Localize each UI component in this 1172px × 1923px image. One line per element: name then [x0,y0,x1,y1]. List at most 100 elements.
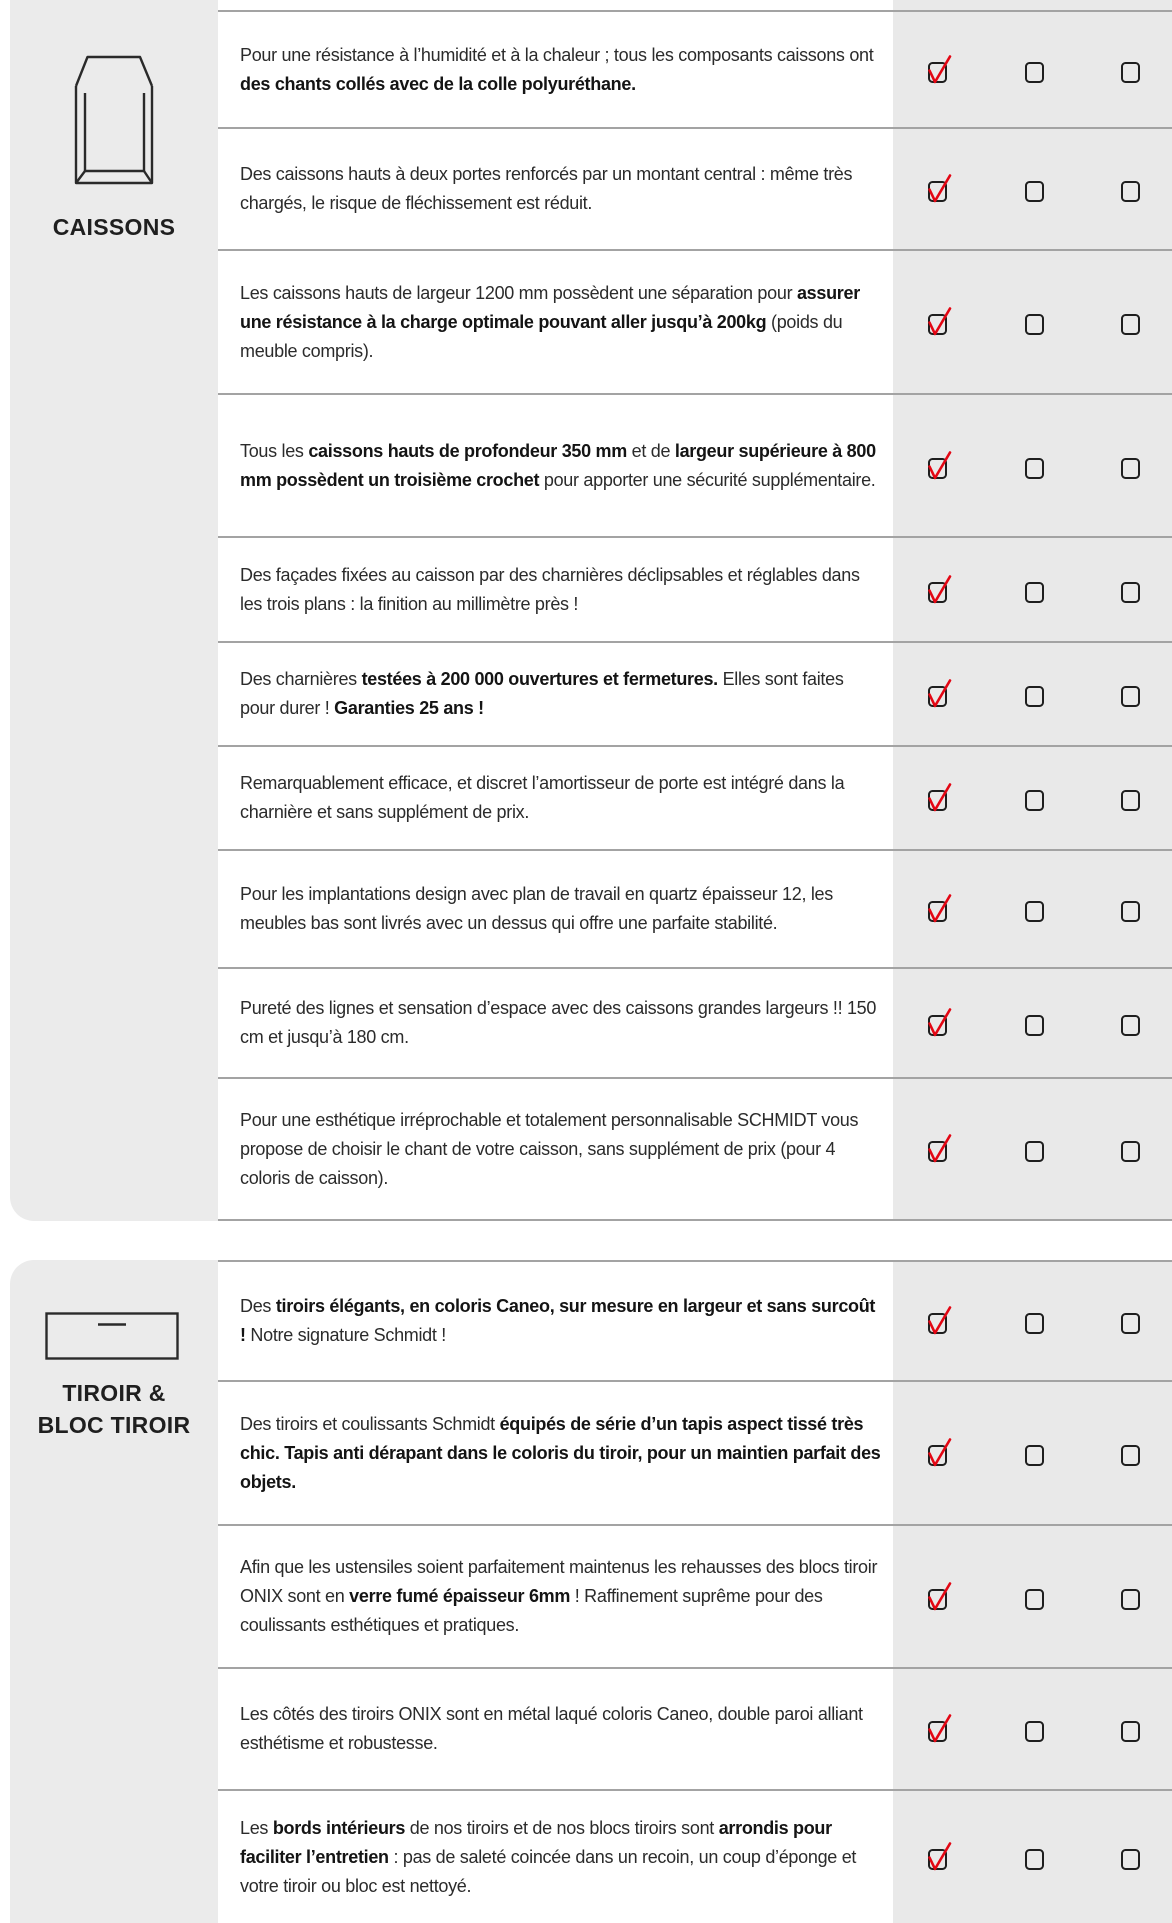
table-row: Tous les caissons hauts de profondeur 35… [218,395,1172,538]
option-2-checkbox[interactable] [1022,1134,1050,1164]
checked-box-icon [928,1438,952,1467]
table-row: Les caissons hauts de largeur 1200 mm po… [218,251,1172,395]
checked-box-icon [928,450,952,479]
checked-box-icon [928,307,952,336]
table-row: Des caissons hauts à deux portes renforc… [218,129,1172,251]
description-text: pour apporter une sécurité supplémentair… [539,469,876,490]
description-paragraph: Des tiroirs et coulissants Schmidt équip… [240,1410,881,1497]
description-text: Des caissons hauts à deux portes renforc… [240,164,853,213]
description-paragraph: Les côtés des tiroirs ONIX sont en métal… [240,1700,881,1758]
option-1-checkbox[interactable] [925,1581,953,1612]
option-2-checkbox[interactable] [1022,1008,1050,1038]
description-paragraph: Des caissons hauts à deux portes renforc… [240,160,881,218]
option-3-checkbox[interactable] [1118,575,1146,605]
option-3-checkbox[interactable] [1118,1306,1146,1336]
checked-box-icon [928,54,952,83]
option-1-checkbox[interactable] [925,1134,953,1164]
empty-box-icon [1025,1721,1044,1742]
option-3-checkbox[interactable] [1118,55,1146,85]
description-text: Les caissons hauts de largeur 1200 mm po… [240,282,797,303]
option-3-checkbox[interactable] [1118,894,1146,924]
option-3-checkbox[interactable] [1118,1582,1146,1612]
empty-box-icon [1025,1849,1044,1870]
option-3-checkbox[interactable] [1118,307,1146,337]
empty-box-icon [1121,686,1140,707]
option-3-checkbox[interactable] [1118,1714,1146,1744]
empty-box-icon [1121,61,1140,83]
table-row: Des tiroirs élégants, en coloris Caneo, … [218,1260,1172,1382]
description-paragraph: Les caissons hauts de largeur 1200 mm po… [240,279,881,366]
option-2-checkbox[interactable] [1022,1306,1050,1336]
row-description: Des façades fixées au caisson par des ch… [218,538,893,641]
option-3-checkbox[interactable] [1118,451,1146,481]
option-1-checkbox[interactable] [925,783,953,813]
option-2-checkbox[interactable] [1022,451,1050,481]
option-3-checkbox[interactable] [1118,1842,1146,1872]
option-3-checkbox[interactable] [1118,174,1146,204]
empty-box-icon [1121,1015,1140,1036]
row-description: Pour une esthétique irréprochable et tot… [218,1079,893,1219]
option-2-checkbox[interactable] [1022,783,1050,813]
option-2-checkbox[interactable] [1022,55,1050,85]
feature-table-tiroir: Des tiroirs élégants, en coloris Caneo, … [218,1260,1172,1923]
empty-box-icon [1025,790,1044,811]
description-paragraph: Des charnières testées à 200 000 ouvertu… [240,665,881,723]
description-text: et de [626,440,675,461]
option-1-checkbox[interactable] [925,174,953,204]
option-2-checkbox[interactable] [1022,1842,1050,1872]
drawer-icon [45,1312,179,1360]
option-2-checkbox[interactable] [1022,1438,1050,1468]
description-text: Pour les implantations design avec plan … [240,884,833,933]
category-panel-tiroir: TIROIR & BLOC TIROIR [10,1260,218,1923]
checked-box-icon [928,1842,952,1871]
option-1-checkbox[interactable] [925,1842,953,1872]
checked-box-icon [928,1008,952,1037]
row-description: Remarquablement efficace, et discret l’a… [218,747,893,849]
empty-box-icon [1025,686,1044,707]
option-1-checkbox[interactable] [925,679,953,709]
option-1-checkbox[interactable] [925,1714,953,1744]
description-text: Pour une résistance à l’humidité et à la… [240,44,874,65]
empty-box-icon [1121,181,1140,202]
option-1-checkbox[interactable] [925,1008,953,1038]
option-3-checkbox[interactable] [1118,1134,1146,1164]
option-1-checkbox[interactable] [925,894,953,924]
option-1-checkbox[interactable] [925,574,953,605]
empty-box-icon [1025,314,1044,335]
option-1-checkbox[interactable] [925,307,953,337]
description-paragraph: Tous les caissons hauts de profondeur 35… [240,437,881,495]
checked-box-icon [928,174,952,203]
option-2-checkbox[interactable] [1022,1582,1050,1612]
description-paragraph: Afin que les ustensiles soient parfaitem… [240,1553,881,1640]
option-2-checkbox[interactable] [1022,307,1050,337]
table-row: Pour les implantations design avec plan … [218,851,1172,969]
row-description: Pour les implantations design avec plan … [218,851,893,967]
row-description: Des tiroirs et coulissants Schmidt équip… [218,1382,893,1524]
empty-box-icon [1121,1849,1140,1870]
feature-table-caissons: Pour une résistance à l’humidité et à la… [218,10,1172,1221]
description-paragraph: Pureté des lignes et sensation d’espace … [240,994,881,1052]
description-paragraph: Pour une résistance à l’humidité et à la… [240,41,881,99]
table-row: Pour une esthétique irréprochable et tot… [218,1079,1172,1221]
category-title: TIROIR & BLOC TIROIR [10,1377,218,1441]
option-3-checkbox[interactable] [1118,1008,1146,1038]
option-1-checkbox[interactable] [925,54,953,85]
option-3-checkbox[interactable] [1118,783,1146,813]
category-title: CAISSONS [10,213,218,241]
option-2-checkbox[interactable] [1022,575,1050,605]
description-text: Notre signature Schmidt ! [245,1325,446,1345]
description-text: Pour une esthétique irréprochable et tot… [240,1109,859,1188]
description-text: Les [240,1817,273,1838]
option-2-checkbox[interactable] [1022,174,1050,204]
checked-box-icon [928,679,952,708]
option-3-checkbox[interactable] [1118,679,1146,709]
option-2-checkbox[interactable] [1022,894,1050,924]
option-1-checkbox[interactable] [925,450,953,481]
option-3-checkbox[interactable] [1118,1438,1146,1468]
table-row: Pureté des lignes et sensation d’espace … [218,969,1172,1079]
option-2-checkbox[interactable] [1022,1714,1050,1744]
option-2-checkbox[interactable] [1022,679,1050,709]
highlight-text: testées à 200 000 ouvertures et fermetur… [361,669,719,689]
option-1-checkbox[interactable] [925,1306,953,1336]
option-1-checkbox[interactable] [925,1438,953,1468]
